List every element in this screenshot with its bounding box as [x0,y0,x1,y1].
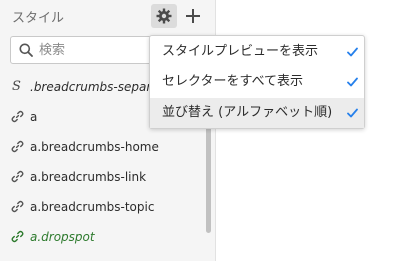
list-item[interactable]: a.breadcrumbs-topic [0,192,205,222]
panel-title: スタイル [12,11,65,26]
link-icon [11,230,24,243]
search-input[interactable] [39,40,157,60]
search-icon [19,43,33,57]
search-field [10,36,160,64]
menu-item-show-all-selectors[interactable]: セレクターをすべて表示 [150,67,364,97]
style-label: a.breadcrumbs-home [30,140,159,154]
style-label: a.dropspot [30,230,95,244]
settings-button[interactable] [151,4,177,28]
settings-menu: スタイルプレビューを表示 セレクターをすべて表示 並び替え (アルファベット順) [149,35,365,129]
checkmark-icon [347,47,358,57]
style-label: a.breadcrumbs-topic [30,200,155,214]
link-icon [11,170,24,183]
list-item[interactable]: a.breadcrumbs-link [0,162,205,192]
style-label: a.breadcrumbs-link [30,170,147,184]
menu-item-show-style-preview[interactable]: スタイルプレビューを表示 [150,37,364,67]
gear-icon [156,8,172,24]
menu-item-label: 並び替え (アルファベット順) [162,105,333,120]
checkmark-icon [347,77,358,87]
checkmark-icon [347,108,358,118]
link-icon [11,200,24,213]
menu-item-label: スタイルプレビューを表示 [162,44,319,59]
paragraph-style-icon: S [12,79,21,94]
link-icon [11,110,24,123]
link-icon [11,140,24,153]
add-style-button[interactable] [182,4,204,28]
list-item[interactable]: a.dropspot [0,222,205,252]
menu-item-sort-alphabetical[interactable]: 並び替え (アルファベット順) [150,98,364,128]
style-label: a [30,110,38,124]
list-item[interactable]: a.breadcrumbs-home [0,132,205,162]
menu-item-label: セレクターをすべて表示 [162,74,304,89]
plus-icon [186,9,200,23]
